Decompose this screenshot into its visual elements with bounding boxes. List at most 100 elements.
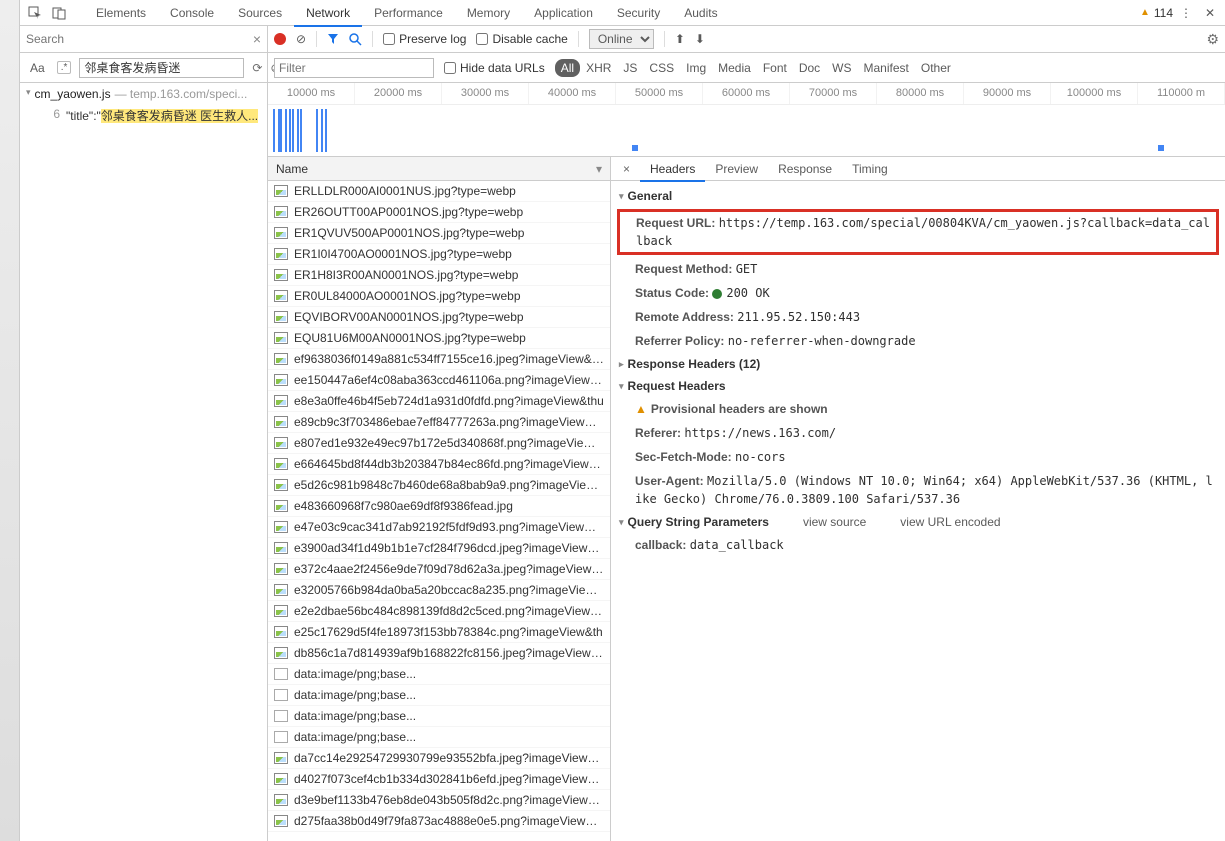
filter-type-font[interactable]: Font bbox=[757, 59, 793, 77]
case-sensitive-toggle[interactable]: Aa bbox=[26, 59, 49, 77]
request-row[interactable]: e47e03c9cac341d7ab92192f5fdf9d93.png?ima… bbox=[268, 517, 610, 538]
request-row[interactable]: data:image/png;base... bbox=[268, 706, 610, 727]
request-row[interactable]: ER0UL84000AO0001NOS.jpg?type=webp bbox=[268, 286, 610, 307]
filter-type-img[interactable]: Img bbox=[680, 59, 712, 77]
upload-har-icon[interactable]: ⬆ bbox=[675, 32, 685, 46]
tab-performance[interactable]: Performance bbox=[362, 1, 455, 25]
search-query-input[interactable] bbox=[79, 58, 244, 78]
request-row[interactable]: e3900ad34f1d49b1b1e7cf284f796dcd.jpeg?im… bbox=[268, 538, 610, 559]
tab-sources[interactable]: Sources bbox=[226, 1, 294, 25]
request-row[interactable]: e89cb9c3f703486ebae7eff84777263a.png?ima… bbox=[268, 412, 610, 433]
more-icon[interactable]: ⋮ bbox=[1175, 2, 1197, 24]
request-row[interactable]: d275faa38b0d49f79fa873ac4888e0e5.png?ima… bbox=[268, 811, 610, 832]
remote-address-row: Remote Address: 211.95.52.150:443 bbox=[611, 305, 1225, 329]
filter-type-media[interactable]: Media bbox=[712, 59, 757, 77]
search-input[interactable] bbox=[26, 32, 247, 46]
filter-input[interactable] bbox=[274, 58, 434, 78]
close-detail-icon[interactable]: × bbox=[617, 162, 636, 176]
view-url-encoded-link[interactable]: view URL encoded bbox=[900, 515, 1000, 529]
detail-tab-preview[interactable]: Preview bbox=[705, 158, 768, 180]
throttle-select[interactable]: Online bbox=[589, 29, 654, 49]
clear-search-icon[interactable]: × bbox=[253, 31, 261, 47]
detail-tab-response[interactable]: Response bbox=[768, 158, 842, 180]
request-row[interactable]: e807ed1e932e49ec97b172e5d340868f.png?ima… bbox=[268, 433, 610, 454]
filter-type-js[interactable]: JS bbox=[617, 59, 643, 77]
network-timeline[interactable]: 10000 ms20000 ms30000 ms40000 ms50000 ms… bbox=[268, 83, 1225, 157]
request-row[interactable]: EQU81U6M00AN0001NOS.jpg?type=webp bbox=[268, 328, 610, 349]
request-row[interactable]: db856c1a7d814939af9b168822fc8156.jpeg?im… bbox=[268, 643, 610, 664]
section-request-headers[interactable]: Request Headers bbox=[611, 375, 1225, 397]
tab-memory[interactable]: Memory bbox=[455, 1, 522, 25]
request-row[interactable]: e32005766b984da0ba5a20bccac8a235.png?ima… bbox=[268, 580, 610, 601]
request-row[interactable]: e5d26c981b9848c7b460de68a8bab9a9.png?ima… bbox=[268, 475, 610, 496]
refresh-icon[interactable]: ⟳ bbox=[252, 61, 262, 75]
request-name: e2e2dbae56bc484c898139fd8d2c5ced.png?ima… bbox=[294, 604, 604, 618]
timeline-tick: 30000 ms bbox=[442, 83, 529, 104]
settings-icon[interactable]: ⚙ bbox=[1206, 31, 1219, 48]
request-row[interactable]: d3e9bef1133b476eb8de043b505f8d2c.png?ima… bbox=[268, 790, 610, 811]
filter-type-xhr[interactable]: XHR bbox=[580, 59, 617, 77]
hide-data-urls-checkbox[interactable]: Hide data URLs bbox=[444, 61, 545, 75]
filter-type-doc[interactable]: Doc bbox=[793, 59, 826, 77]
request-row[interactable]: e483660968f7c980ae69df8f9386fead.jpg bbox=[268, 496, 610, 517]
section-general[interactable]: General bbox=[611, 185, 1225, 207]
disable-cache-checkbox[interactable]: Disable cache bbox=[476, 32, 567, 46]
preserve-log-checkbox[interactable]: Preserve log bbox=[383, 32, 466, 46]
request-row[interactable]: ER1I0I4700AO0001NOS.jpg?type=webp bbox=[268, 244, 610, 265]
image-file-icon bbox=[274, 479, 288, 491]
request-name: data:image/png;base... bbox=[294, 688, 416, 702]
image-file-icon bbox=[274, 185, 288, 197]
request-row[interactable]: data:image/png;base... bbox=[268, 664, 610, 685]
device-toggle-icon[interactable] bbox=[48, 2, 70, 24]
clear-icon[interactable]: ⊘ bbox=[296, 32, 306, 46]
filter-type-manifest[interactable]: Manifest bbox=[858, 59, 915, 77]
request-row[interactable]: EQVIBORV00AN0001NOS.jpg?type=webp bbox=[268, 307, 610, 328]
request-name: ee150447a6ef4c08aba363ccd461106a.png?ima… bbox=[294, 373, 604, 387]
section-response-headers[interactable]: Response Headers (12) bbox=[611, 353, 1225, 375]
request-row[interactable]: ERLLDLR000AI0001NUS.jpg?type=webp bbox=[268, 181, 610, 202]
filter-icon[interactable] bbox=[327, 33, 339, 45]
filter-type-ws[interactable]: WS bbox=[826, 59, 857, 77]
image-file-icon bbox=[274, 752, 288, 764]
tab-console[interactable]: Console bbox=[158, 1, 226, 25]
request-row[interactable]: e25c17629d5f4fe18973f153bb78384c.png?ima… bbox=[268, 622, 610, 643]
view-source-link[interactable]: view source bbox=[803, 515, 866, 529]
search-result-file[interactable]: cm_yaowen.js — temp.163.com/speci... bbox=[20, 83, 267, 105]
request-row[interactable]: ER1H8I3R00AN0001NOS.jpg?type=webp bbox=[268, 265, 610, 286]
detail-tab-timing[interactable]: Timing bbox=[842, 158, 898, 180]
request-row[interactable]: d4027f073cef4cb1b334d302841b6efd.jpeg?im… bbox=[268, 769, 610, 790]
request-row[interactable]: ER26OUTT00AP0001NOS.jpg?type=webp bbox=[268, 202, 610, 223]
tab-application[interactable]: Application bbox=[522, 1, 605, 25]
timeline-tick: 40000 ms bbox=[529, 83, 616, 104]
request-row[interactable]: ef9638036f0149a881c534ff7155ce16.jpeg?im… bbox=[268, 349, 610, 370]
download-har-icon[interactable]: ⬇ bbox=[695, 32, 705, 46]
search-result-line[interactable]: 6 "title":"邻桌食客发病昏迷 医生救人... bbox=[20, 105, 267, 126]
request-row[interactable]: ee150447a6ef4c08aba363ccd461106a.png?ima… bbox=[268, 370, 610, 391]
close-icon[interactable]: ✕ bbox=[1199, 2, 1221, 24]
request-row[interactable]: ER1QVUV500AP0001NOS.jpg?type=webp bbox=[268, 223, 610, 244]
request-row[interactable]: e8e3a0ffe46b4f5eb724d1a931d0fdfd.png?ima… bbox=[268, 391, 610, 412]
tab-elements[interactable]: Elements bbox=[84, 1, 158, 25]
filter-type-css[interactable]: CSS bbox=[643, 59, 680, 77]
record-button[interactable] bbox=[274, 33, 286, 45]
tab-network[interactable]: Network bbox=[294, 1, 362, 27]
warning-count[interactable]: 114 bbox=[1140, 6, 1173, 20]
search-icon[interactable] bbox=[349, 33, 362, 46]
tab-audits[interactable]: Audits bbox=[672, 1, 729, 25]
inspect-icon[interactable] bbox=[24, 2, 46, 24]
filter-type-all[interactable]: All bbox=[555, 59, 580, 77]
request-name: e32005766b984da0ba5a20bccac8a235.png?ima… bbox=[294, 583, 604, 597]
filter-type-other[interactable]: Other bbox=[915, 59, 957, 77]
request-list-header[interactable]: Name▾ bbox=[268, 157, 610, 181]
tab-security[interactable]: Security bbox=[605, 1, 672, 25]
request-row[interactable]: e2e2dbae56bc484c898139fd8d2c5ced.png?ima… bbox=[268, 601, 610, 622]
request-row[interactable]: e372c4aae2f2456e9de7f09d78d62a3a.jpeg?im… bbox=[268, 559, 610, 580]
section-query-string[interactable]: Query String Parametersview sourceview U… bbox=[611, 511, 1225, 533]
request-row[interactable]: data:image/png;base... bbox=[268, 727, 610, 748]
regex-toggle[interactable]: .* bbox=[57, 61, 72, 74]
result-file-path: — temp.163.com/speci... bbox=[115, 87, 248, 101]
request-row[interactable]: e664645bd8f44db3b203847b84ec86fd.png?ima… bbox=[268, 454, 610, 475]
request-row[interactable]: da7cc14e29254729930799e93552bfa.jpeg?ima… bbox=[268, 748, 610, 769]
detail-tab-headers[interactable]: Headers bbox=[640, 158, 705, 182]
request-row[interactable]: data:image/png;base... bbox=[268, 685, 610, 706]
